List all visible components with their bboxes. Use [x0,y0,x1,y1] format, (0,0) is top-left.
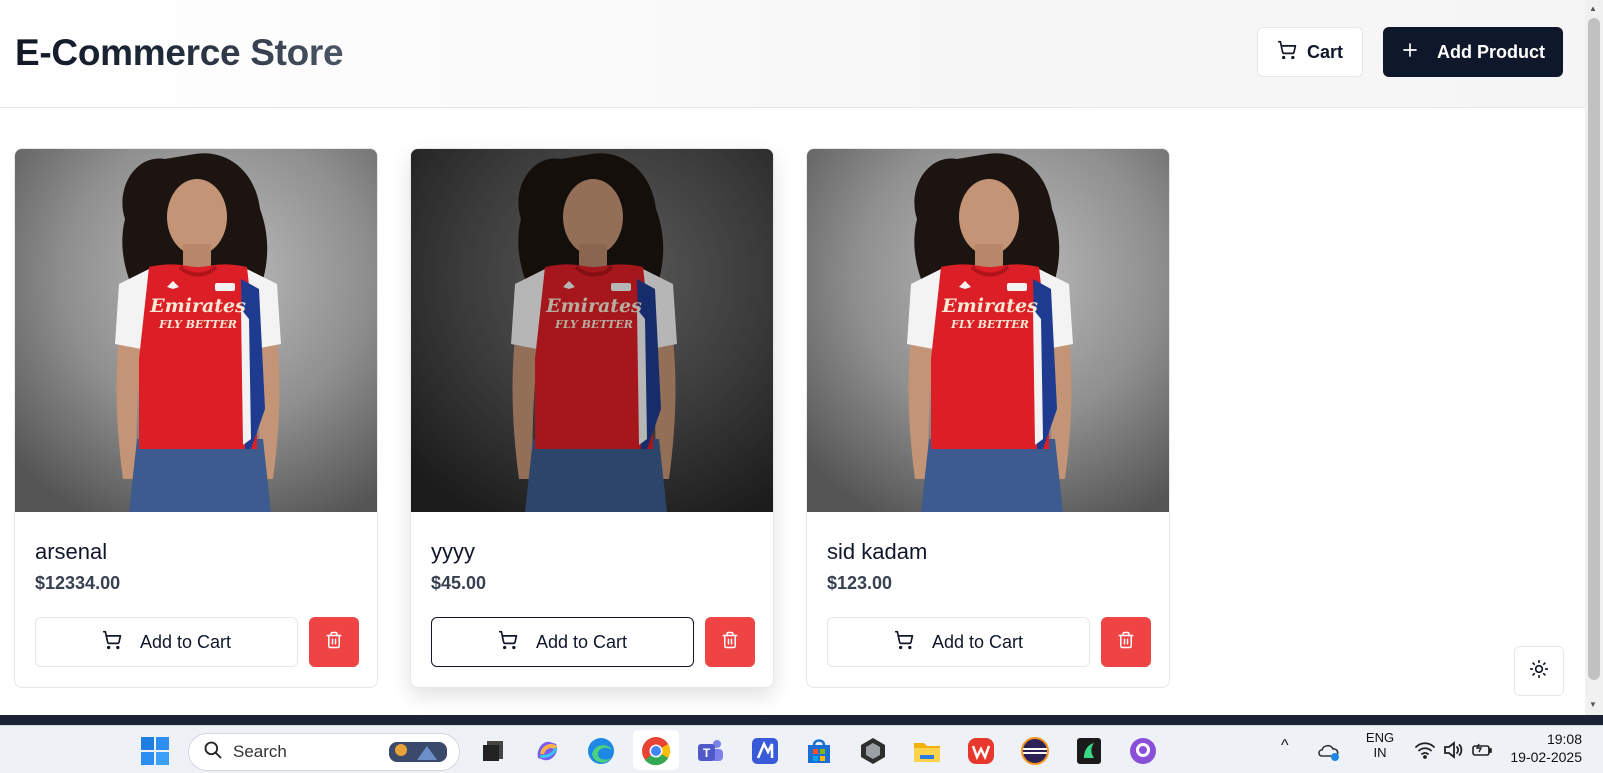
obs-studio-icon[interactable] [858,736,888,766]
svg-text:T: T [703,746,711,760]
green-app-icon[interactable] [1074,736,1104,766]
delete-product-button[interactable] [1101,617,1151,667]
copilot-icon[interactable] [532,736,562,766]
show-hidden-icons-chevron-icon[interactable]: ^ [1281,738,1289,754]
product-card: sid kadam $123.00 Add to Cart [806,148,1170,688]
cart-button[interactable]: Cart [1257,27,1363,77]
add-to-cart-button[interactable]: Add to Cart [35,617,298,667]
delete-product-button[interactable] [705,617,755,667]
app-header: E-Commerce Store Cart Add Product [0,0,1585,108]
plus-icon [1401,41,1419,64]
eclipse-ide-icon[interactable] [1020,736,1050,766]
product-price: $12334.00 [35,573,121,593]
product-name: arsenal [35,539,108,564]
scroll-thumb[interactable] [1588,18,1600,680]
trash-icon [325,631,343,654]
add-to-cart-button[interactable]: Add to Cart [431,617,694,667]
task-view-icon[interactable] [478,736,508,766]
language-code: ENG [1365,730,1395,745]
edge-browser-icon[interactable] [586,736,616,766]
windows-taskbar: Search T ^ ENG IN 19:08 19-02-2025 [0,725,1603,773]
clock[interactable]: 19:08 19-02-2025 [1508,730,1582,766]
add-product-button[interactable]: Add Product [1383,27,1563,77]
wifi-icon[interactable] [1413,738,1437,762]
volume-icon[interactable] [1441,738,1465,762]
github-desktop-icon[interactable] [1128,736,1158,766]
language-indicator[interactable]: ENG IN [1360,730,1400,760]
trash-icon [721,631,739,654]
search-icon [203,740,223,765]
teams-icon[interactable]: T [695,736,725,766]
product-price: $123.00 [827,573,893,593]
wps-office-icon[interactable] [966,736,996,766]
product-image [807,149,1169,512]
product-price: $45.00 [431,573,487,593]
theme-toggle-button[interactable] [1514,646,1564,696]
shopping-cart-icon [498,630,518,655]
product-card: arsenal $12334.00 Add to Cart [14,148,378,688]
scroll-down-arrow-icon[interactable]: ▼ [1589,700,1597,709]
microsoft-store-icon[interactable] [804,736,834,766]
page-title: E-Commerce Store [15,32,344,73]
taskbar-search-placeholder: Search [233,742,287,761]
battery-charging-icon[interactable] [1470,738,1494,762]
add-product-button-label: Add Product [1437,41,1545,62]
shopping-cart-icon [1277,40,1297,65]
onedrive-cloud-icon[interactable] [1316,738,1342,764]
sun-icon [1529,659,1549,684]
delete-product-button[interactable] [309,617,359,667]
zoho-app-icon[interactable] [750,736,780,766]
product-image [15,149,377,512]
shopping-cart-icon [894,630,914,655]
file-explorer-icon[interactable] [912,736,942,766]
shopping-cart-icon [102,630,122,655]
product-name: sid kadam [827,539,928,564]
add-to-cart-label: Add to Cart [535,631,628,652]
clock-time: 19:08 [1546,731,1582,747]
windows-start-icon[interactable] [140,736,170,766]
window-bottom-edge [0,715,1603,725]
taskbar-search[interactable]: Search [188,733,460,771]
trash-icon [1117,631,1135,654]
page-scrollbar[interactable]: ▲ ▼ [1585,0,1603,715]
scroll-up-arrow-icon[interactable]: ▲ [1589,4,1597,13]
product-image [411,149,773,512]
add-to-cart-button[interactable]: Add to Cart [827,617,1090,667]
product-card: yyyy $45.00 Add to Cart [410,148,774,688]
product-name: yyyy [431,539,475,564]
chrome-browser-icon[interactable] [641,736,671,766]
add-to-cart-label: Add to Cart [931,631,1024,652]
search-highlight-icon [387,736,449,769]
cart-button-label: Cart [1306,41,1343,62]
add-to-cart-label: Add to Cart [139,631,232,652]
clock-date: 19-02-2025 [1510,749,1582,765]
language-region: IN [1373,745,1387,760]
